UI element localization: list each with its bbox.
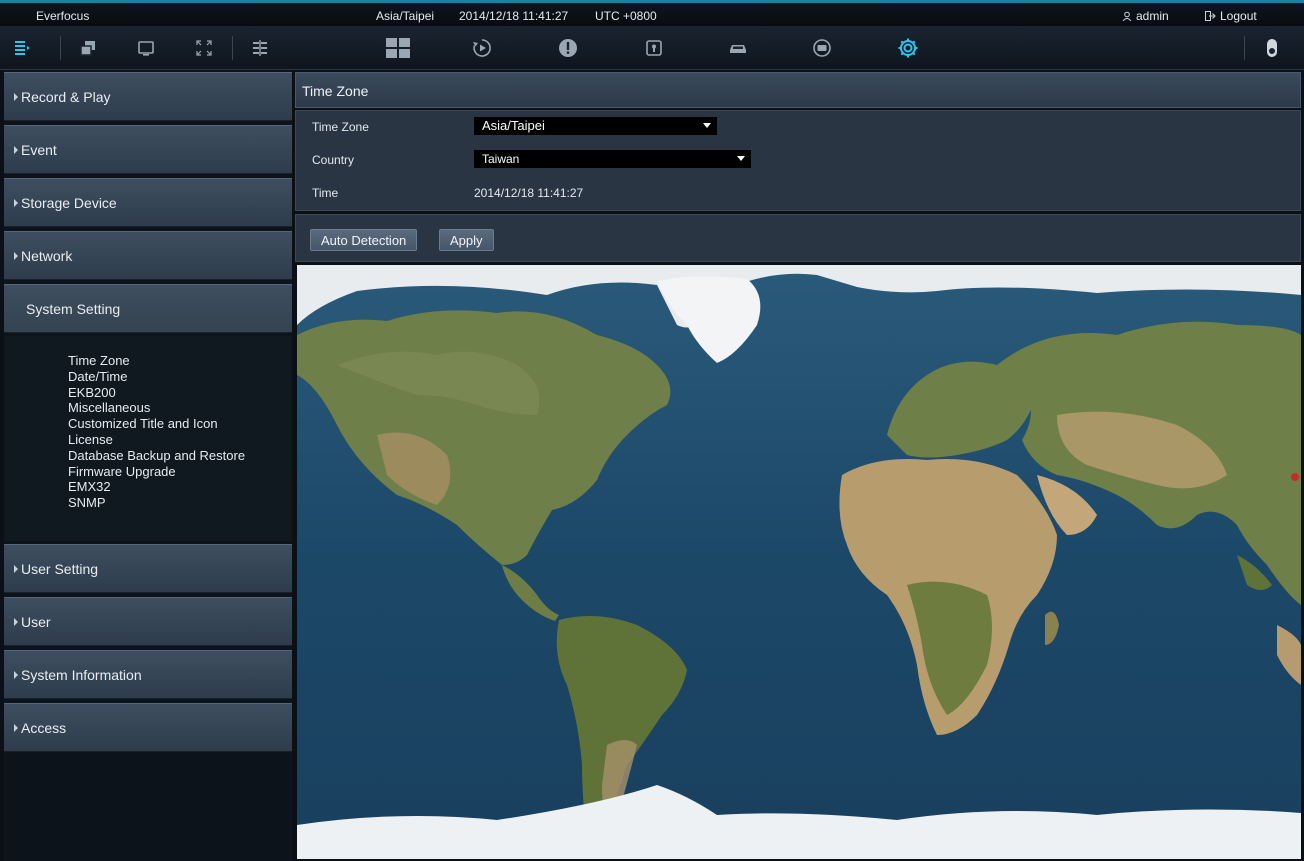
submenu-item-customized-title[interactable]: Customized Title and Icon <box>68 416 292 432</box>
collapse-arrow-icon <box>14 564 18 573</box>
country-value: Taiwan <box>482 152 520 166</box>
country-select[interactable]: Taiwan <box>474 150 751 168</box>
collapse-arrow-icon <box>14 723 18 732</box>
collapse-arrow-icon <box>14 145 18 154</box>
toolbar-divider <box>1244 36 1245 60</box>
power-icon[interactable] <box>1258 34 1286 62</box>
collapse-arrow-icon <box>14 251 18 260</box>
submenu-item-date-time[interactable]: Date/Time <box>68 369 292 385</box>
country-label: Country <box>312 153 355 167</box>
settings-icon[interactable] <box>894 34 922 62</box>
alarm-icon[interactable] <box>554 34 582 62</box>
layout-icon[interactable] <box>246 34 274 62</box>
main-panel: Time Zone Time Zone Asia/Taipei Country … <box>295 70 1301 861</box>
sidebar-item-label: Network <box>21 247 73 264</box>
chevron-down-icon <box>703 123 711 128</box>
time-zone-label: Time Zone <box>312 120 369 134</box>
sidebar-item-label: System Information <box>21 666 142 683</box>
sidebar: Record & Play Event Storage Device Netwo… <box>4 70 292 861</box>
submenu-item-snmp[interactable]: SNMP <box>68 495 292 511</box>
fullscreen-icon[interactable] <box>190 34 218 62</box>
sidebar-item-label: Record & Play <box>21 88 111 105</box>
monitor-icon[interactable] <box>132 34 160 62</box>
time-label: Time <box>312 186 339 200</box>
submenu-item-ekb200[interactable]: EKB200 <box>68 385 292 401</box>
action-bar: Auto Detection Apply <box>295 214 1301 262</box>
sidebar-item-label: Access <box>21 719 67 736</box>
sidebar-item-network[interactable]: Network <box>4 231 292 280</box>
sidebar-item-user-setting[interactable]: User Setting <box>4 544 292 593</box>
toolbar-divider <box>60 36 61 60</box>
user-name: admin <box>1136 9 1169 23</box>
sidebar-item-storage-device[interactable]: Storage Device <box>4 178 292 227</box>
submenu-item-miscellaneous[interactable]: Miscellaneous <box>68 400 292 416</box>
collapse-arrow-icon <box>14 92 18 101</box>
vehicle-icon[interactable] <box>724 34 752 62</box>
apply-button[interactable]: Apply <box>439 229 494 251</box>
logout-label: Logout <box>1220 9 1257 23</box>
brand-name: Everfocus <box>36 9 90 23</box>
sidebar-item-system-setting[interactable]: System Setting <box>4 284 292 333</box>
sidebar-item-system-information[interactable]: System Information <box>4 650 292 699</box>
sidebar-item-event[interactable]: Event <box>4 125 292 174</box>
sidebar-item-label: User Setting <box>21 560 99 577</box>
main-toolbar <box>0 26 1304 70</box>
system-setting-submenu: Time Zone Date/Time EKB200 Miscellaneous… <box>4 336 292 541</box>
submenu-item-firmware-upgrade[interactable]: Firmware Upgrade <box>68 464 292 480</box>
playback-icon[interactable] <box>468 34 496 62</box>
sidebar-item-record-play[interactable]: Record & Play <box>4 72 292 121</box>
menu-icon[interactable] <box>8 34 36 62</box>
user-icon <box>1122 11 1132 21</box>
world-map[interactable] <box>297 265 1301 859</box>
chevron-down-icon <box>737 156 745 161</box>
status-utc-offset: UTC +0800 <box>595 9 657 23</box>
sidebar-item-label: Event <box>21 141 57 158</box>
sensor-icon[interactable] <box>808 34 836 62</box>
logout-icon <box>1205 11 1216 21</box>
collapse-arrow-icon <box>14 198 18 207</box>
time-zone-value: Asia/Taipei <box>482 118 545 133</box>
grid-icon[interactable] <box>384 34 412 62</box>
time-zone-select[interactable]: Asia/Taipei <box>474 117 717 135</box>
lock-icon[interactable] <box>640 34 668 62</box>
sidebar-item-label: User <box>21 613 51 630</box>
world-map-image <box>297 265 1301 859</box>
current-time-value: 2014/12/18 11:41:27 <box>474 186 584 200</box>
location-marker-icon <box>1291 473 1299 481</box>
collapse-arrow-icon <box>14 670 18 679</box>
logout-button[interactable]: Logout <box>1205 9 1257 23</box>
sidebar-item-label: System Setting <box>26 300 121 317</box>
auto-detection-button[interactable]: Auto Detection <box>310 229 418 251</box>
current-user: admin <box>1122 9 1169 23</box>
page-title: Time Zone <box>295 72 1301 108</box>
status-bar: Everfocus Asia/Taipei 2014/12/18 11:41:2… <box>0 0 1304 26</box>
submenu-item-license[interactable]: License <box>68 432 292 448</box>
window-icon[interactable] <box>74 34 102 62</box>
submenu-item-time-zone[interactable]: Time Zone <box>68 353 292 369</box>
toolbar-divider <box>232 36 233 60</box>
status-datetime: 2014/12/18 11:41:27 <box>459 9 569 23</box>
status-timezone: Asia/Taipei <box>376 9 435 23</box>
sidebar-item-label: Storage Device <box>21 194 117 211</box>
submenu-item-database-backup[interactable]: Database Backup and Restore <box>68 448 292 464</box>
collapse-arrow-icon <box>14 617 18 626</box>
submenu-item-emx32[interactable]: EMX32 <box>68 479 292 495</box>
sidebar-item-user[interactable]: User <box>4 597 292 646</box>
sidebar-item-access[interactable]: Access <box>4 703 292 752</box>
time-zone-form: Time Zone Asia/Taipei Country Taiwan Tim… <box>295 110 1301 211</box>
